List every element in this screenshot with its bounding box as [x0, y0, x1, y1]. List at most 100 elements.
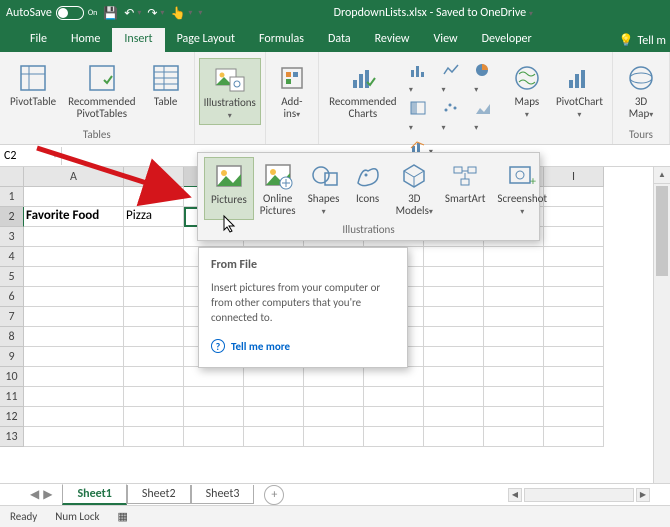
cell-g10[interactable] [424, 367, 484, 387]
scatter-chart-icon[interactable]: ▾ [438, 98, 469, 136]
sheet-tab-sheet2[interactable]: Sheet2 [127, 485, 191, 504]
cell-i13[interactable] [544, 427, 604, 447]
pivottable-button[interactable]: PivotTable [6, 58, 60, 110]
tab-review[interactable]: Review [363, 28, 422, 52]
cell-a2[interactable]: Favorite Food [24, 207, 124, 227]
cell-d13[interactable] [244, 427, 304, 447]
cell-i7[interactable] [544, 307, 604, 327]
cell-g12[interactable] [424, 407, 484, 427]
sheet-nav-prev-icon[interactable]: ◀ [30, 487, 39, 502]
tooltip-tell-me-more-link[interactable]: ? Tell me more [211, 339, 395, 353]
cell-h4[interactable] [484, 247, 544, 267]
cell-i8[interactable] [544, 327, 604, 347]
autosave-toggle[interactable]: AutoSave On [6, 6, 97, 20]
pie-chart-icon[interactable]: ▾ [470, 60, 501, 98]
cell-e13[interactable] [304, 427, 364, 447]
cell-h13[interactable] [484, 427, 544, 447]
cell-a3[interactable] [24, 227, 124, 247]
cell-b6[interactable] [124, 287, 184, 307]
sheet-tab-sheet1[interactable]: Sheet1 [62, 484, 126, 505]
hscroll-track[interactable] [524, 488, 634, 502]
cell-f13[interactable] [364, 427, 424, 447]
cell-i5[interactable] [544, 267, 604, 287]
cell-b11[interactable] [124, 387, 184, 407]
cell-e12[interactable] [304, 407, 364, 427]
cell-b10[interactable] [124, 367, 184, 387]
cell-a1[interactable] [24, 187, 124, 207]
cell-b4[interactable] [124, 247, 184, 267]
row-header-3[interactable]: 3 [0, 227, 24, 247]
recommended-charts-button[interactable]: Recommended Charts [325, 58, 401, 122]
cell-g7[interactable] [424, 307, 484, 327]
cell-c13[interactable] [184, 427, 244, 447]
table-button[interactable]: Table [144, 58, 188, 110]
pivotchart-button[interactable]: PivotChart▾ [553, 58, 606, 123]
cell-e10[interactable] [304, 367, 364, 387]
cell-i3[interactable] [544, 227, 604, 247]
row-header-8[interactable]: 8 [0, 327, 24, 347]
tell-me[interactable]: 💡 Tell m [618, 33, 670, 52]
row-header-1[interactable]: 1 [0, 187, 24, 207]
row-header-7[interactable]: 7 [0, 307, 24, 327]
cell-i10[interactable] [544, 367, 604, 387]
cell-g8[interactable] [424, 327, 484, 347]
scroll-thumb[interactable] [656, 186, 668, 276]
row-header-2[interactable]: 2 [0, 207, 24, 227]
3d-map-button[interactable]: 3D Map▾ [619, 58, 663, 123]
row-header-5[interactable]: 5 [0, 267, 24, 287]
hierarchy-chart-icon[interactable]: ▾ [405, 98, 436, 136]
illustrations-button[interactable]: Illustrations▾ [199, 58, 261, 125]
name-box[interactable]: C2▾ [0, 147, 62, 165]
cell-i12[interactable] [544, 407, 604, 427]
cell-d11[interactable] [244, 387, 304, 407]
addins-button[interactable]: Add- ins▾ [270, 58, 314, 123]
smartart-button[interactable]: SmartArt [439, 157, 492, 220]
cell-a4[interactable] [24, 247, 124, 267]
cell-h7[interactable] [484, 307, 544, 327]
cell-a7[interactable] [24, 307, 124, 327]
cell-b2[interactable]: Pizza [124, 207, 184, 227]
bar-chart-icon[interactable]: ▾ [405, 60, 436, 98]
scroll-up-icon[interactable]: ▲ [654, 167, 670, 184]
cell-a5[interactable] [24, 267, 124, 287]
row-header-12[interactable]: 12 [0, 407, 24, 427]
tab-data[interactable]: Data [316, 28, 363, 52]
cell-i11[interactable] [544, 387, 604, 407]
row-header-10[interactable]: 10 [0, 367, 24, 387]
cell-a6[interactable] [24, 287, 124, 307]
tab-file[interactable]: File [18, 28, 59, 52]
macro-record-icon[interactable]: ▦ [118, 510, 128, 523]
shapes-button[interactable]: Shapes▾ [302, 157, 346, 220]
vertical-scrollbar[interactable]: ▲ [653, 167, 670, 483]
row-header-4[interactable]: 4 [0, 247, 24, 267]
recommended-pivottables-button[interactable]: Recommended PivotTables [64, 58, 139, 122]
save-icon[interactable]: 💾 [103, 6, 118, 21]
cell-c10[interactable] [184, 367, 244, 387]
cell-h8[interactable] [484, 327, 544, 347]
tab-formulas[interactable]: Formulas [247, 28, 316, 52]
select-all-corner[interactable] [0, 167, 24, 187]
undo-icon[interactable]: ↶▾ [124, 6, 141, 21]
cell-c12[interactable] [184, 407, 244, 427]
scroll-right-icon[interactable]: ▶ [636, 488, 650, 502]
cell-g11[interactable] [424, 387, 484, 407]
cell-a11[interactable] [24, 387, 124, 407]
column-header-b[interactable]: B [124, 167, 184, 187]
cell-b5[interactable] [124, 267, 184, 287]
cell-i4[interactable] [544, 247, 604, 267]
horizontal-scrollbar[interactable]: ◀ ▶ [508, 488, 670, 502]
sheet-nav-next-icon[interactable]: ▶ [43, 487, 52, 502]
cell-h6[interactable] [484, 287, 544, 307]
cell-h5[interactable] [484, 267, 544, 287]
cell-f10[interactable] [364, 367, 424, 387]
maps-button[interactable]: Maps▾ [505, 58, 549, 123]
redo-icon[interactable]: ↷▾ [147, 6, 164, 21]
tab-view[interactable]: View [422, 28, 470, 52]
cell-d10[interactable] [244, 367, 304, 387]
online-pictures-button[interactable]: Online Pictures [254, 157, 302, 220]
screenshot-button[interactable]: + Screenshot▾ [491, 157, 553, 220]
scroll-left-icon[interactable]: ◀ [508, 488, 522, 502]
cell-b13[interactable] [124, 427, 184, 447]
column-header-a[interactable]: A [24, 167, 124, 187]
cell-i9[interactable] [544, 347, 604, 367]
